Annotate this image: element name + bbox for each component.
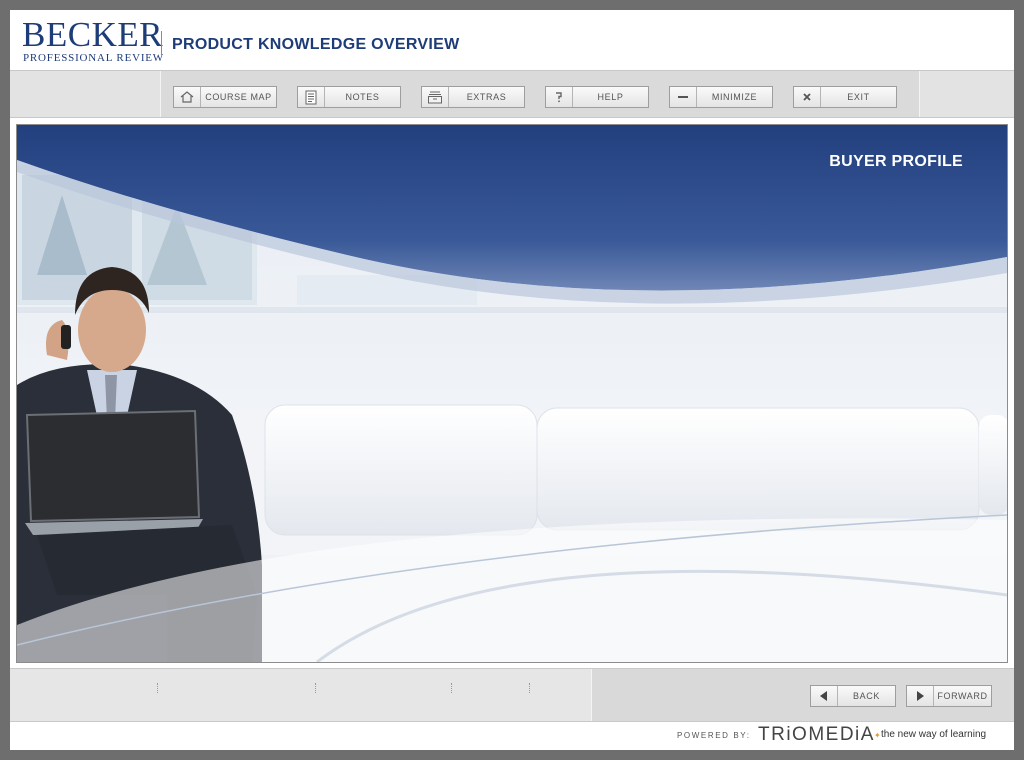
help-button[interactable]: HELP (545, 86, 649, 108)
slide-content: BUYER PROFILE (16, 124, 1008, 663)
forward-button[interactable]: FORWARD (906, 685, 992, 707)
header-divider (161, 31, 162, 55)
course-map-label: COURSE MAP (205, 92, 272, 102)
extras-icon (422, 87, 449, 107)
brand-dot-icon: ✦ (874, 731, 881, 740)
help-icon (546, 87, 573, 107)
course-title: PRODUCT KNOWLEDGE OVERVIEW (172, 36, 460, 53)
arrow-right-icon (907, 686, 934, 706)
powered-by-label: POWERED BY: (677, 731, 751, 740)
toolbar-button-group: COURSE MAP NOTES EXTRAS HELP MINIMIZE EX… (160, 71, 920, 117)
notes-icon (298, 87, 325, 107)
exit-label: EXIT (847, 92, 870, 102)
notes-label: NOTES (345, 92, 380, 102)
notes-button[interactable]: NOTES (297, 86, 401, 108)
app-frame: BECKER PROFESSIONAL REVIEW PRODUCT KNOWL… (10, 10, 1014, 750)
minimize-button[interactable]: MINIMIZE (669, 86, 773, 108)
slide-title: BUYER PROFILE (829, 153, 963, 170)
exit-button[interactable]: EXIT (793, 86, 897, 108)
progress-tick (451, 683, 453, 693)
logo-main-text: BECKER (22, 15, 164, 54)
progress-tick (529, 683, 531, 693)
progress-tick (315, 683, 317, 693)
extras-button[interactable]: EXTRAS (421, 86, 525, 108)
logo-sub-text: PROFESSIONAL REVIEW (23, 52, 164, 64)
help-label: HELP (597, 92, 624, 102)
slide-background-image (17, 125, 1007, 662)
arrow-left-icon (811, 686, 838, 706)
course-map-button[interactable]: COURSE MAP (173, 86, 277, 108)
progress-tick (157, 683, 159, 693)
back-label: BACK (853, 691, 880, 701)
extras-label: EXTRAS (466, 92, 507, 102)
header: BECKER PROFESSIONAL REVIEW PRODUCT KNOWL… (10, 10, 1014, 70)
minimize-icon (670, 87, 697, 107)
powered-by-bar: POWERED BY: TRiOMEDiA ✦ the new way of l… (10, 722, 1014, 750)
footer-nav: BACK FORWARD (10, 668, 1014, 722)
back-button[interactable]: BACK (810, 685, 896, 707)
becker-logo: BECKER PROFESSIONAL REVIEW (22, 15, 164, 65)
toolbar: COURSE MAP NOTES EXTRAS HELP MINIMIZE EX… (10, 70, 1014, 118)
home-icon (174, 87, 201, 107)
brand-tagline: the new way of learning (881, 729, 987, 740)
nav-button-group: BACK FORWARD (591, 669, 1014, 721)
forward-label: FORWARD (937, 691, 988, 701)
triomedia-logo: TRiOMEDiA (758, 724, 875, 745)
minimize-label: MINIMIZE (711, 92, 758, 102)
close-icon (794, 87, 821, 107)
